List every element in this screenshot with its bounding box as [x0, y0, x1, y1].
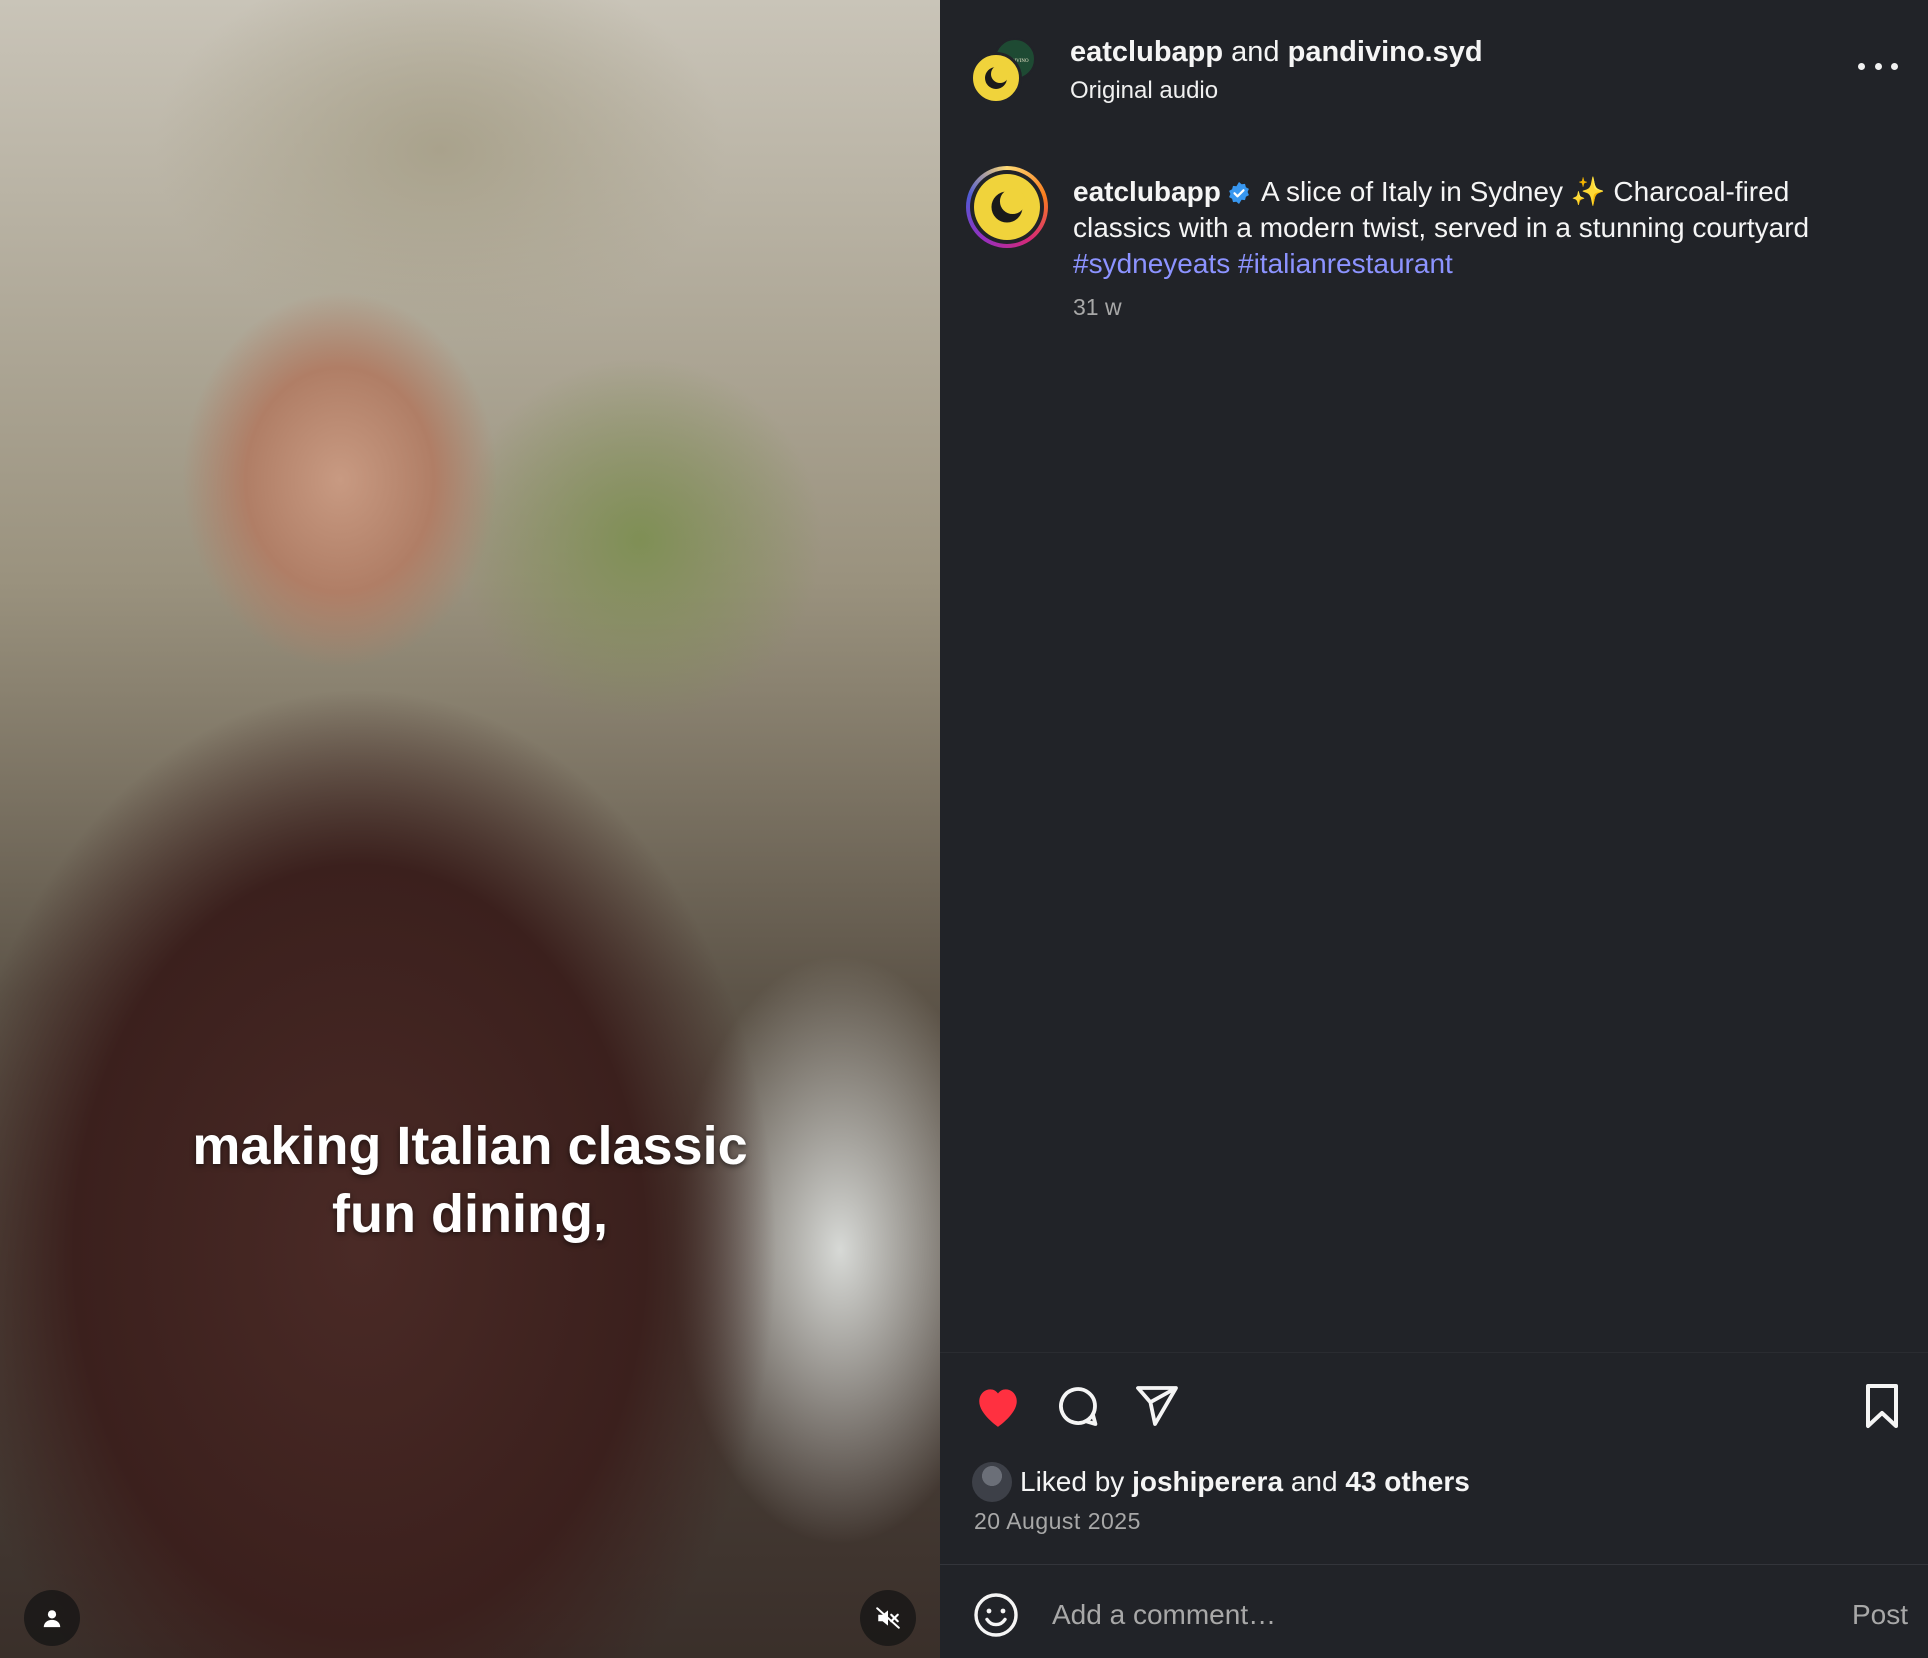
subtitle-line-1: making Italian classic [192, 1116, 748, 1176]
post-date: 20 August 2025 [974, 1508, 1141, 1534]
caption-body-1: A slice of Italy in Sydney [1261, 176, 1563, 207]
comment-input[interactable] [1052, 1591, 1752, 1639]
share-button[interactable] [1128, 1378, 1184, 1434]
sparkle-emoji: ✨ [1570, 176, 1606, 207]
collab-avatars[interactable]: PANDIVINO [970, 38, 1050, 108]
verified-badge-icon [1228, 182, 1249, 204]
header-text: eatclubapp and pandivino.syd Original au… [1070, 34, 1483, 108]
action-bar [940, 1378, 1928, 1434]
post-comment-button[interactable]: Post [1852, 1599, 1908, 1631]
caption-text: eatclubapp A slice of Italy in Sydney ✨ … [1073, 174, 1893, 282]
hashtag-link[interactable]: #sydneyeats [1073, 248, 1230, 279]
likes-others-link[interactable]: 43 others [1345, 1466, 1470, 1498]
hashtag-link[interactable]: #italianrestaurant [1238, 248, 1453, 279]
original-audio-link[interactable]: Original audio [1070, 74, 1483, 108]
like-button[interactable] [970, 1378, 1026, 1434]
video-subtitle: making Italian classic fun dining, [0, 1112, 940, 1248]
tagged-users-button[interactable] [24, 1590, 80, 1646]
header-joiner: and [1231, 36, 1280, 68]
post-header: PANDIVINO eatclubapp and pandivino.syd O… [940, 0, 1928, 140]
caption-username[interactable]: eatclubapp [1073, 176, 1221, 207]
paper-plane-icon [1136, 1386, 1178, 1426]
moon-logo-icon [991, 188, 1026, 223]
liker-avatar[interactable] [972, 1462, 1012, 1502]
subtitle-line-2: fun dining, [332, 1184, 608, 1244]
bookmark-icon [1866, 1384, 1898, 1428]
mute-toggle-button[interactable] [860, 1590, 916, 1646]
more-dot-icon [1858, 62, 1865, 70]
heart-filled-icon [979, 1389, 1017, 1427]
comment-button[interactable] [1050, 1378, 1106, 1434]
more-options-button[interactable] [1858, 54, 1898, 78]
likes-summary[interactable]: Liked by joshiperera and 43 others [972, 1462, 1470, 1502]
moon-logo-icon [985, 65, 1009, 89]
person-icon [43, 1610, 61, 1628]
more-dot-icon [1891, 62, 1898, 70]
post-details-panel: PANDIVINO eatclubapp and pandivino.syd O… [940, 0, 1928, 1658]
avatar-eatclubapp[interactable] [970, 52, 1022, 104]
collab-line: eatclubapp and pandivino.syd [1070, 34, 1483, 70]
header-username-1[interactable]: eatclubapp [1070, 36, 1223, 68]
liked-by-prefix: Liked by [1020, 1466, 1125, 1497]
caption-avatar[interactable] [966, 166, 1048, 248]
video-player[interactable]: making Italian classic fun dining, [0, 0, 940, 1658]
liker-username[interactable]: joshiperera [1132, 1466, 1283, 1498]
header-username-2[interactable]: pandivino.syd [1288, 36, 1483, 68]
caption-time-ago[interactable]: 31 w [1073, 294, 1122, 321]
emoji-smiley-icon[interactable] [972, 1591, 1020, 1639]
likes-joiner: and [1290, 1466, 1338, 1497]
more-dot-icon [1874, 62, 1882, 70]
comment-bar: Post [940, 1565, 1928, 1658]
save-button[interactable] [1854, 1378, 1910, 1434]
divider [940, 1352, 1928, 1353]
speaker-muted-icon [876, 1607, 900, 1629]
comment-bubble-icon [1059, 1387, 1098, 1426]
